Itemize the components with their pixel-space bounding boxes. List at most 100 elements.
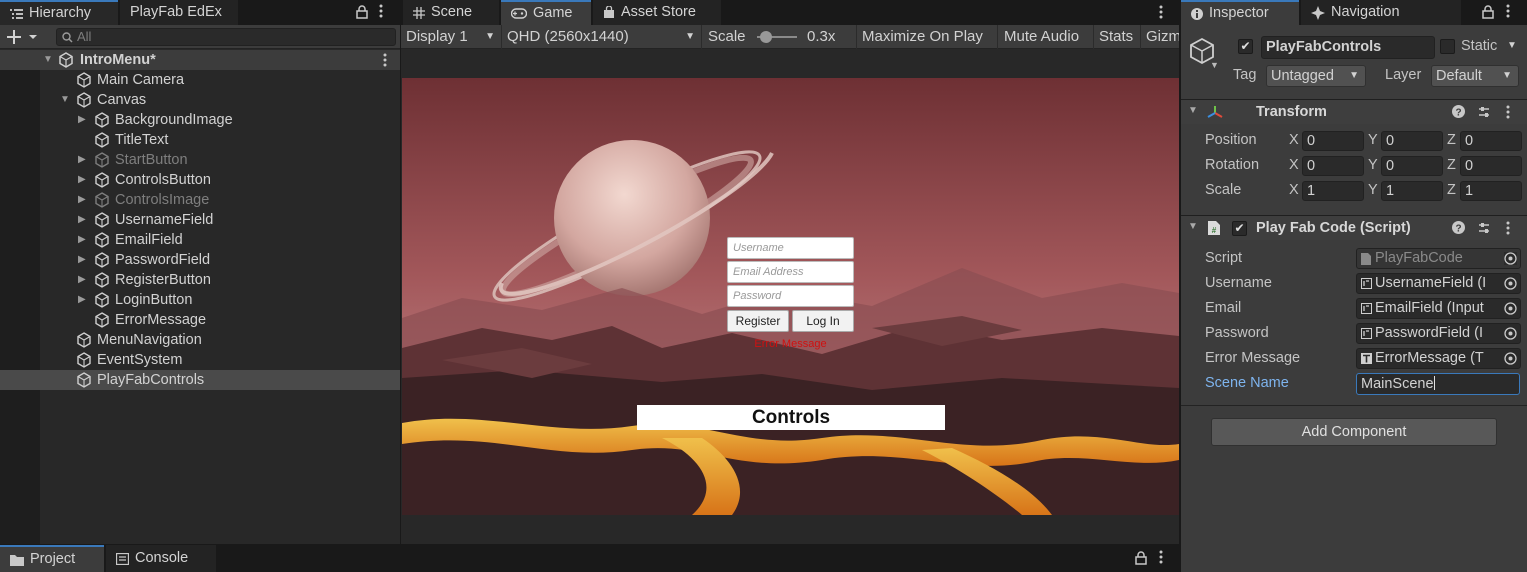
tab-asset-store[interactable]: Asset Store (593, 0, 721, 25)
chevron-down-icon: ▼ (1502, 70, 1512, 81)
tab-console[interactable]: Console (106, 545, 216, 572)
mute-audio-toggle[interactable]: Mute Audio (999, 25, 1094, 49)
help-icon[interactable]: ? (1452, 221, 1465, 234)
hierarchy-item[interactable]: MenuNavigation (0, 330, 400, 350)
static-dropdown-icon[interactable]: ▼ (1507, 40, 1517, 51)
hierarchy-item[interactable]: ErrorMessage (0, 310, 400, 330)
expand-arrow-icon[interactable]: ▼ (43, 50, 53, 70)
display-dropdown[interactable]: Display 1 ▼ (401, 25, 502, 49)
collapsed-arrow-icon[interactable]: ▶ (78, 230, 86, 250)
object-picker-icon[interactable] (1504, 352, 1517, 365)
scene-menu-icon[interactable] (383, 53, 387, 67)
add-icon[interactable] (7, 29, 37, 45)
collapsed-arrow-icon[interactable]: ▶ (78, 110, 86, 130)
lock-icon[interactable] (1482, 5, 1494, 19)
register-button[interactable]: Register (727, 310, 789, 332)
scale-slider-thumb[interactable] (760, 31, 772, 43)
hierarchy-search-input[interactable]: All (56, 28, 396, 46)
collapsed-arrow-icon[interactable]: ▶ (78, 290, 86, 310)
transform-z-input[interactable]: 0 (1460, 156, 1522, 176)
game-menu-icon[interactable] (1159, 5, 1163, 19)
hierarchy-item[interactable]: Main Camera (0, 70, 400, 90)
hierarchy-item[interactable]: ▶ LoginButton (0, 290, 400, 310)
collapsed-arrow-icon[interactable]: ▶ (78, 250, 86, 270)
presets-icon[interactable] (1477, 221, 1491, 235)
stats-toggle[interactable]: Stats (1094, 25, 1141, 49)
collapse-arrow-icon[interactable]: ▼ (1188, 105, 1198, 116)
hierarchy-item[interactable]: ▼ Canvas (0, 90, 400, 110)
add-component-button[interactable]: Add Component (1211, 418, 1497, 446)
hierarchy-item[interactable]: PlayFabControls (0, 370, 400, 390)
presets-icon[interactable] (1477, 105, 1491, 119)
object-picker-icon[interactable] (1504, 327, 1517, 340)
collapsed-arrow-icon[interactable]: ▶ (78, 170, 86, 190)
tab-playfab-edex[interactable]: PlayFab EdEx (120, 0, 238, 25)
password-input[interactable]: Password (727, 285, 854, 307)
tab-project[interactable]: Project (0, 545, 104, 572)
login-button[interactable]: Log In (792, 310, 854, 332)
hierarchy-item[interactable]: ▶ RegisterButton (0, 270, 400, 290)
collapsed-arrow-icon[interactable]: ▶ (78, 190, 86, 210)
collapse-arrow-icon[interactable]: ▼ (1188, 221, 1198, 232)
transform-x-input[interactable]: 0 (1302, 131, 1364, 151)
scene-name-input[interactable]: MainScene (1356, 373, 1520, 395)
tab-inspector[interactable]: Inspector (1181, 0, 1299, 25)
gizmos-toggle[interactable]: Gizmos (1141, 25, 1179, 49)
hierarchy-item[interactable]: ▶ BackgroundImage (0, 110, 400, 130)
script-enabled-checkbox[interactable]: ✔ (1232, 221, 1247, 236)
active-checkbox[interactable]: ✔ (1238, 39, 1253, 54)
kebab-menu-icon[interactable] (379, 4, 383, 18)
layer-dropdown[interactable]: Default ▼ (1431, 65, 1519, 87)
hierarchy-item[interactable]: ▶ StartButton (0, 150, 400, 170)
hierarchy-item[interactable]: TitleText (0, 130, 400, 150)
transform-z-input[interactable]: 0 (1460, 131, 1522, 151)
transform-y-input[interactable]: 0 (1381, 131, 1443, 151)
object-picker-icon[interactable] (1504, 277, 1517, 290)
object-picker-icon[interactable] (1504, 252, 1517, 265)
lock-icon[interactable] (1135, 551, 1147, 565)
static-checkbox[interactable] (1440, 39, 1455, 54)
object-reference-field[interactable]: EmailField (Input (1356, 298, 1521, 319)
game-viewport[interactable]: Username Email Address Password Register… (402, 78, 1179, 515)
component-menu-icon[interactable] (1506, 105, 1510, 119)
email-input[interactable]: Email Address (727, 261, 854, 283)
hierarchy-item[interactable]: ▶ UsernameField (0, 210, 400, 230)
kebab-menu-icon[interactable] (1159, 550, 1163, 564)
hierarchy-item[interactable]: ▶ ControlsImage (0, 190, 400, 210)
script-component-header[interactable]: ▼ # ✔ Play Fab Code (Script) ? (1181, 215, 1527, 240)
username-input[interactable]: Username (727, 237, 854, 259)
icon-dropdown-arrow-icon[interactable]: ▼ (1210, 60, 1219, 70)
transform-y-input[interactable]: 0 (1381, 156, 1443, 176)
controls-button[interactable]: Controls (637, 405, 945, 430)
tab-navigation[interactable]: Navigation (1301, 0, 1461, 25)
hierarchy-item[interactable]: ▶ PasswordField (0, 250, 400, 270)
collapsed-arrow-icon[interactable]: ▶ (78, 210, 86, 230)
transform-header[interactable]: ▼ Transform ? (1181, 99, 1527, 124)
component-menu-icon[interactable] (1506, 221, 1510, 235)
collapsed-arrow-icon[interactable]: ▶ (78, 270, 86, 290)
tab-scene[interactable]: Scene (403, 0, 499, 25)
help-icon[interactable]: ? (1452, 105, 1465, 118)
hierarchy-item[interactable]: ▶ EmailField (0, 230, 400, 250)
transform-y-input[interactable]: 1 (1381, 181, 1443, 201)
tab-hierarchy[interactable]: Hierarchy (0, 0, 118, 25)
scene-row[interactable]: ▼ IntroMenu* (0, 50, 400, 70)
expand-arrow-icon[interactable]: ▼ (60, 90, 70, 110)
object-picker-icon[interactable] (1504, 302, 1517, 315)
tag-dropdown[interactable]: Untagged ▼ (1266, 65, 1366, 87)
object-name-input[interactable]: PlayFabControls (1261, 36, 1435, 59)
object-reference-field[interactable]: UsernameField (I (1356, 273, 1521, 294)
collapsed-arrow-icon[interactable]: ▶ (78, 150, 86, 170)
transform-x-input[interactable]: 0 (1302, 156, 1364, 176)
lock-icon[interactable] (356, 5, 368, 19)
object-reference-field[interactable]: ErrorMessage (T (1356, 348, 1521, 369)
hierarchy-item[interactable]: ▶ ControlsButton (0, 170, 400, 190)
kebab-menu-icon[interactable] (1506, 4, 1510, 18)
resolution-dropdown[interactable]: QHD (2560x1440) ▼ (502, 25, 702, 49)
transform-x-input[interactable]: 1 (1302, 181, 1364, 201)
hierarchy-item[interactable]: EventSystem (0, 350, 400, 370)
maximize-on-play-toggle[interactable]: Maximize On Play (857, 25, 998, 49)
tab-game[interactable]: Game (501, 0, 591, 25)
object-reference-field[interactable]: PasswordField (I (1356, 323, 1521, 344)
transform-z-input[interactable]: 1 (1460, 181, 1522, 201)
